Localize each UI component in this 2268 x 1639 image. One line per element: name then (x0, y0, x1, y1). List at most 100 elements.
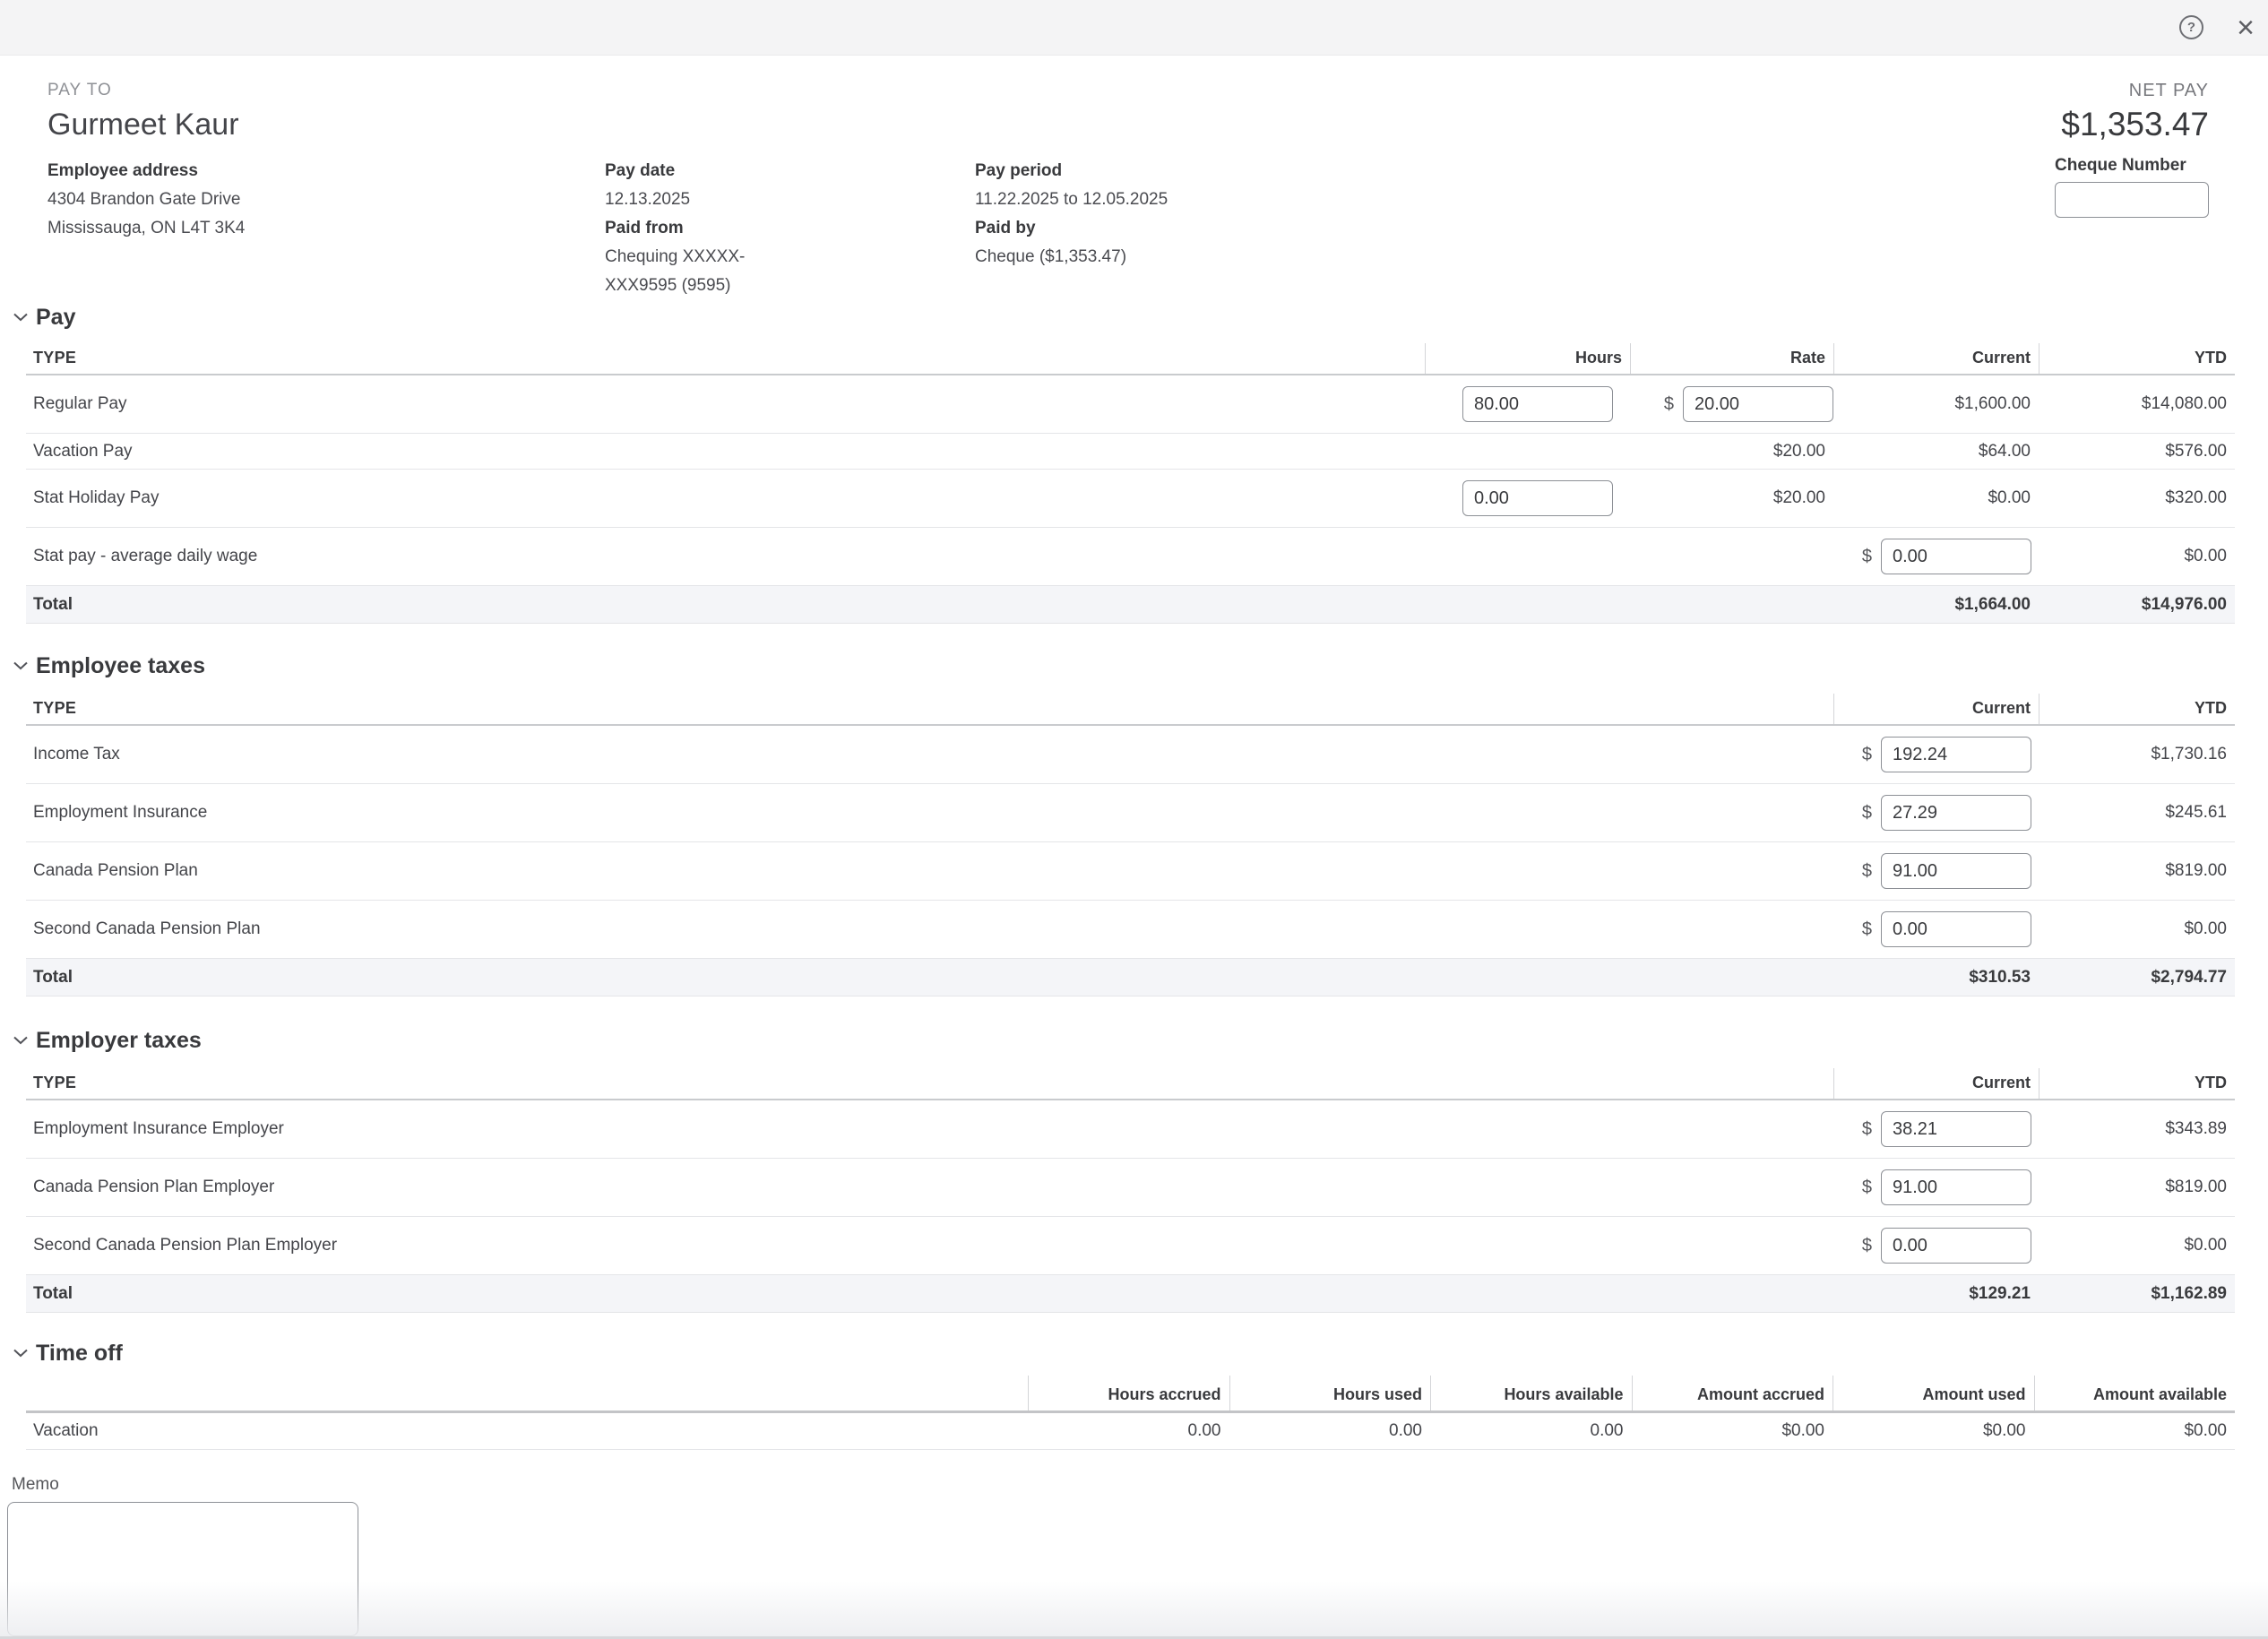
employee-address-label: Employee address (47, 157, 605, 185)
section-title-pay: Pay (36, 302, 75, 332)
col-header-current: Current (1833, 1068, 2039, 1099)
total-label: Total (26, 1284, 1833, 1304)
second-canada-pension-plan-employer-input[interactable] (1881, 1228, 2031, 1264)
col-header-ytd: YTD (2039, 694, 2235, 724)
row-type: Stat pay - average daily wage (26, 547, 1425, 566)
canada-pension-plan-employer-input[interactable] (1881, 1169, 2031, 1205)
section-toggle-pay[interactable]: Pay (13, 302, 2268, 332)
income-tax-input[interactable] (1881, 737, 2031, 772)
employer-taxes-table: TYPE Current YTD Employment Insurance Em… (26, 1068, 2235, 1313)
ytd-value: $0.00 (2039, 1236, 2235, 1255)
pay-total-row: Total $1,664.00 $14,976.00 (26, 586, 2235, 624)
table-row-employment-insurance: Employment Insurance $ $245.61 (26, 784, 2235, 842)
col-header-type: TYPE (26, 1068, 1833, 1099)
table-row-second-canada-pension-plan: Second Canada Pension Plan $ $0.00 (26, 901, 2235, 959)
cheque-header: PAY TO Gurmeet Kaur Employee address 430… (0, 56, 2268, 300)
section-toggle-employer-taxes[interactable]: Employer taxes (13, 1025, 2268, 1056)
table-row-canada-pension-plan: Canada Pension Plan $ $819.00 (26, 842, 2235, 901)
current-value: $1,600.00 (1833, 394, 2039, 414)
current-cell: $ (1833, 911, 2039, 947)
section-toggle-employee-taxes[interactable]: Employee taxes (13, 651, 2268, 681)
col-header-hours-available: Hours available (1430, 1376, 1632, 1410)
hours-used-value: 0.00 (1229, 1421, 1431, 1441)
net-pay-amount: $1,353.47 (2055, 105, 2209, 144)
memo-input[interactable] (7, 1502, 358, 1636)
payee-name: Gurmeet Kaur (47, 107, 2209, 142)
employment-insurance-input[interactable] (1881, 795, 2031, 831)
rate-value: $20.00 (1630, 442, 1833, 462)
employer-taxes-total-row: Total $129.21 $1,162.89 (26, 1275, 2235, 1313)
row-type: Canada Pension Plan (26, 861, 1833, 881)
row-type: Canada Pension Plan Employer (26, 1177, 1833, 1197)
col-header-current: Current (1833, 694, 2039, 724)
dollar-prefix: $ (1862, 861, 1872, 882)
employee-taxes-header: TYPE Current YTD (26, 694, 2235, 726)
time-off-header: Hours accrued Hours used Hours available… (26, 1376, 2235, 1413)
col-header-amount-available: Amount available (2034, 1376, 2236, 1410)
col-header-hours: Hours (1425, 343, 1630, 374)
employment-insurance-employer-input[interactable] (1881, 1111, 2031, 1147)
second-canada-pension-plan-input[interactable] (1881, 911, 2031, 947)
total-ytd: $2,794.77 (2039, 968, 2235, 988)
section-title-employer-taxes: Employer taxes (36, 1025, 202, 1056)
dollar-prefix: $ (1664, 394, 1674, 415)
pay-date-label: Pay date (605, 157, 975, 185)
total-ytd: $14,976.00 (2039, 595, 2235, 615)
ytd-value: $0.00 (2039, 919, 2235, 939)
canada-pension-plan-input[interactable] (1881, 853, 2031, 889)
table-row-second-canada-pension-plan-employer: Second Canada Pension Plan Employer $ $0… (26, 1217, 2235, 1275)
close-icon[interactable]: × (2232, 13, 2259, 43)
net-pay-block: NET PAY $1,353.47 Cheque Number (2055, 80, 2209, 218)
pay-period-label: Pay period (975, 157, 1168, 185)
total-ytd: $1,162.89 (2039, 1284, 2235, 1304)
regular-pay-hours-input[interactable] (1462, 386, 1613, 422)
current-cell: $ (1833, 737, 2039, 772)
rate-cell: $ (1630, 386, 1833, 422)
pay-period-value: 11.22.2025 to 12.05.2025 (975, 185, 1168, 214)
employee-address-line1: 4304 Brandon Gate Drive (47, 185, 605, 214)
regular-pay-rate-input[interactable] (1683, 386, 1833, 422)
employee-taxes-table: TYPE Current YTD Income Tax $ $1,730.16 … (26, 694, 2235, 996)
dollar-prefix: $ (1862, 803, 1872, 824)
col-header-ytd: YTD (2039, 1068, 2235, 1099)
hours-available-value: 0.00 (1430, 1421, 1632, 1441)
table-row-stat-pay-average-daily-wage: Stat pay - average daily wage $ $0.00 (26, 528, 2235, 586)
memo-label: Memo (12, 1475, 2268, 1495)
amount-accrued-value: $0.00 (1632, 1421, 1833, 1441)
total-label: Total (26, 595, 1425, 615)
col-header-ytd: YTD (2039, 343, 2235, 374)
ytd-value: $14,080.00 (2039, 394, 2235, 414)
net-pay-label: NET PAY (2055, 80, 2209, 101)
col-header-hours-used: Hours used (1229, 1376, 1431, 1410)
paid-by-value: Cheque ($1,353.47) (975, 243, 1168, 272)
section-title-time-off: Time off (36, 1338, 123, 1368)
col-header-rate: Rate (1630, 343, 1833, 374)
stat-avg-daily-wage-input[interactable] (1881, 539, 2031, 574)
col-header-current: Current (1833, 343, 2039, 374)
chevron-down-icon (13, 1349, 28, 1358)
stat-holiday-hours-input[interactable] (1462, 480, 1613, 516)
section-toggle-time-off[interactable]: Time off (13, 1338, 2268, 1368)
ytd-value: $1,730.16 (2039, 745, 2235, 764)
ytd-value: $245.61 (2039, 803, 2235, 823)
help-icon[interactable]: ? (2179, 15, 2203, 39)
employee-address-block: Employee address 4304 Brandon Gate Drive… (47, 157, 605, 300)
row-type: Second Canada Pension Plan Employer (26, 1236, 1833, 1255)
amount-used-value: $0.00 (1833, 1421, 2034, 1441)
current-cell: $ (1833, 1228, 2039, 1264)
row-type: Second Canada Pension Plan (26, 919, 1833, 939)
total-current: $310.53 (1833, 968, 2039, 988)
cheque-info-grid: Employee address 4304 Brandon Gate Drive… (47, 157, 2209, 300)
top-bar: ? × (0, 0, 2268, 56)
time-off-table: Hours accrued Hours used Hours available… (26, 1376, 2235, 1450)
row-type: Stat Holiday Pay (26, 488, 1425, 508)
ytd-value: $819.00 (2039, 1177, 2235, 1197)
current-cell: $ (1833, 539, 2039, 574)
current-cell: $ (1833, 1111, 2039, 1147)
hours-cell (1425, 386, 1630, 422)
pay-period-paid-by-block: Pay period 11.22.2025 to 12.05.2025 Paid… (975, 157, 1168, 300)
cheque-number-input[interactable] (2055, 182, 2209, 218)
ytd-value: $819.00 (2039, 861, 2235, 881)
section-title-employee-taxes: Employee taxes (36, 651, 205, 681)
ytd-value: $343.89 (2039, 1119, 2235, 1139)
